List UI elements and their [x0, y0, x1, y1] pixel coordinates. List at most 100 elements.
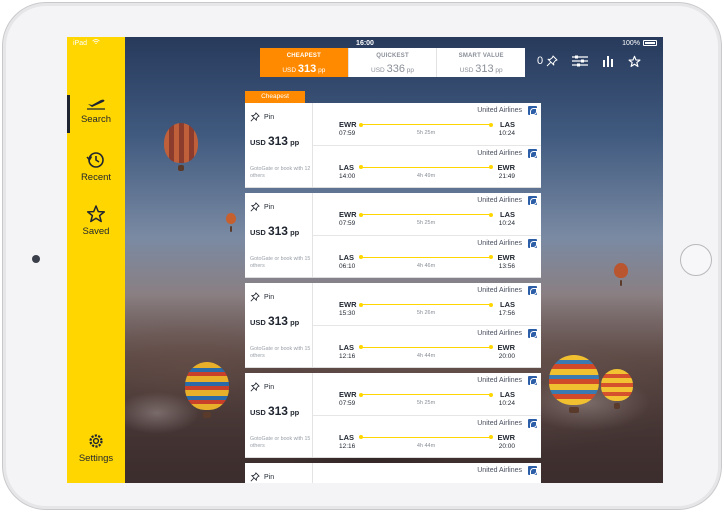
- front-camera: [32, 255, 40, 263]
- tab-label: CHEAPEST: [286, 53, 321, 59]
- ipad-frame: iPad 16:00 100% Search Recent Saved Sett…: [2, 2, 722, 510]
- origin-airport: EWR: [339, 210, 357, 219]
- card-summary: Pin USD 313 pp GotoGate or book with 15 ot…: [245, 283, 313, 367]
- pin-button[interactable]: Pin: [250, 472, 312, 482]
- result-price: USD 313 pp: [250, 314, 312, 328]
- airline-logo-icon: [528, 286, 537, 295]
- hot-air-balloon-image: [601, 369, 633, 409]
- airline-logo-icon: [528, 196, 537, 205]
- tab-smart-value[interactable]: SMART VALUE USD 313 pp: [437, 48, 525, 77]
- pin-button[interactable]: Pin: [250, 292, 312, 302]
- booking-note: GotoGate or book with 15 others: [250, 436, 311, 449]
- tab-price: USD 336 pp: [349, 63, 437, 75]
- flight-result-card[interactable]: Pin USD 313 pp GotoGate or book with 15 ot…: [245, 283, 541, 368]
- home-button[interactable]: [680, 244, 712, 276]
- hot-air-balloon-image: [226, 213, 236, 232]
- result-price: USD 313 pp: [250, 224, 312, 238]
- route-dot: [489, 345, 493, 349]
- card-summary: Pin USD 313 pp GotoGate or book with 15 ot…: [245, 193, 313, 277]
- gear-icon: [89, 434, 103, 448]
- tab-price-unit: pp: [495, 67, 503, 74]
- card-summary: Pin USD 313 pp GotoGate or book with 15 ot…: [245, 373, 313, 457]
- flight-duration: 4h 44m: [416, 352, 436, 359]
- hot-air-balloon-image: [549, 355, 599, 413]
- tab-currency: USD: [282, 67, 297, 74]
- arrival-time: 10:24: [498, 220, 515, 227]
- route-dot: [489, 392, 493, 397]
- flight-result-card[interactable]: Pin USD 313 pp GotoGate or book with 15 ot…: [245, 193, 541, 278]
- sidebar-item-recent[interactable]: Recent: [67, 151, 125, 183]
- star-icon[interactable]: [628, 55, 641, 68]
- pin-label: Pin: [264, 383, 275, 391]
- card-summary: Pin: [245, 463, 313, 483]
- filter-icon[interactable]: [572, 55, 589, 67]
- origin-airport: EWR: [339, 390, 357, 399]
- status-bar: iPad 16:00 100%: [67, 37, 663, 49]
- route-dot: [489, 122, 493, 127]
- airline-name: United Airlines: [477, 377, 522, 384]
- tab-price: USD 313 pp: [437, 63, 525, 75]
- flight-duration: 4h 44m: [416, 442, 436, 449]
- departure-time: 14:00: [339, 172, 356, 180]
- sidebar-item-search[interactable]: Search: [67, 95, 125, 133]
- sidebar: Search Recent Saved Settings: [67, 37, 125, 483]
- price-unit: pp: [290, 138, 300, 147]
- price-value: 313: [267, 224, 288, 238]
- pin-label: Pin: [264, 473, 275, 481]
- sidebar-item-label: Recent: [80, 172, 112, 183]
- arrival-time: 10:24: [498, 400, 515, 407]
- booking-note: GotoGate or book with 15 others: [250, 256, 311, 269]
- airline-logo-icon: [528, 328, 537, 338]
- price-currency: USD: [250, 318, 266, 327]
- departure-time: 12:16: [339, 442, 356, 450]
- tab-cheapest[interactable]: CHEAPEST USD 313 pp: [260, 48, 349, 77]
- flight-duration: 5h 26m: [416, 310, 436, 316]
- pin-button[interactable]: Pin: [250, 112, 312, 122]
- flight-result-card[interactable]: Pin United Airlines: [245, 463, 541, 483]
- star-icon: [86, 205, 106, 223]
- flight-result-card[interactable]: Pin USD 313 pp GotoGate or book with 12 ot…: [245, 103, 541, 188]
- airline-logo-icon: [528, 418, 537, 428]
- price-currency: USD: [250, 138, 266, 147]
- airline-name: United Airlines: [477, 197, 522, 204]
- departure-time: 07:59: [339, 400, 356, 407]
- sidebar-item-settings[interactable]: Settings: [67, 432, 125, 464]
- arrival-time: 20:00: [498, 352, 515, 360]
- flight-legs: United Airlines EWR LAS 07:59 10:24 5h 25m Uni…: [313, 193, 541, 277]
- tab-quickest[interactable]: QUICKEST USD 336 pp: [349, 48, 438, 77]
- pinned-button[interactable]: 0: [537, 55, 558, 67]
- route-dot: [489, 212, 493, 217]
- flight-leg: United Airlines LAS EWR 12:16 20:00 4h 44m: [313, 326, 541, 368]
- arrival-time: 10:24: [498, 130, 515, 137]
- price-currency: USD: [250, 228, 266, 237]
- carrier-label: iPad: [73, 39, 268, 47]
- flight-result-card[interactable]: Pin USD 313 pp GotoGate or book with 15 ot…: [245, 373, 541, 458]
- departure-time: 06:10: [339, 262, 356, 270]
- arrival-time: 21:49: [498, 172, 515, 180]
- booking-note: GotoGate or book with 15 others: [250, 346, 311, 359]
- route-dot: [359, 212, 363, 217]
- battery-percent: 100%: [622, 39, 641, 47]
- route-dot: [359, 255, 363, 259]
- airline-logo-icon: [528, 238, 537, 248]
- airline-name: United Airlines: [477, 419, 522, 427]
- flight-legs: United Airlines: [313, 463, 541, 483]
- route-line: [359, 392, 493, 397]
- pin-label: Pin: [264, 293, 275, 301]
- pin-button[interactable]: Pin: [250, 382, 312, 392]
- price-value: 313: [267, 314, 288, 328]
- results-tag: Cheapest: [245, 91, 305, 103]
- flight-leg: United Airlines LAS EWR 06:10 13:56 4h 46m: [313, 236, 541, 278]
- sidebar-item-label: Saved: [82, 226, 110, 237]
- plane-icon: [87, 99, 105, 110]
- pin-button[interactable]: Pin: [250, 202, 312, 212]
- sidebar-item-saved[interactable]: Saved: [67, 205, 125, 237]
- tab-price-value: 336: [386, 63, 405, 75]
- airline-name: United Airlines: [477, 467, 522, 474]
- bar-chart-icon[interactable]: [602, 55, 614, 67]
- airline-name: United Airlines: [477, 329, 522, 337]
- flight-leg: United Airlines EWR LAS 07:59 10:24 5h 25m: [313, 103, 541, 146]
- airline-logo-icon: [528, 106, 537, 115]
- tab-price-unit: pp: [406, 67, 414, 74]
- flight-duration: 5h 25m: [416, 130, 436, 136]
